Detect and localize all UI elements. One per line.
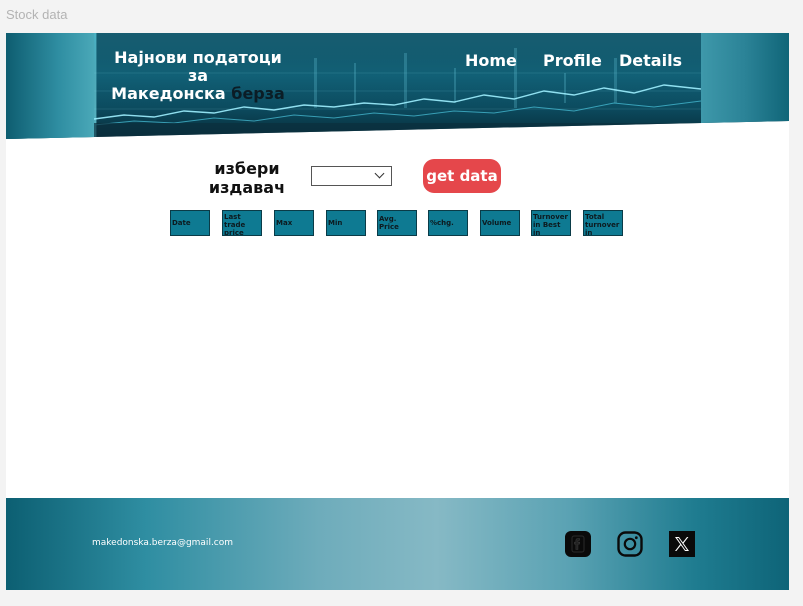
- column-header-pct-change: %chg.: [428, 210, 468, 236]
- contact-email[interactable]: makedonska.berza@gmail.com: [92, 538, 233, 548]
- column-header-total-turnover: Total turnover in denars: [583, 210, 623, 236]
- site-title-line1: Најнови податоци за: [114, 48, 282, 85]
- column-header-turnover-best: Turnover in Best in denars: [531, 210, 571, 236]
- site-title-line2-dark: берза: [231, 84, 285, 103]
- column-header-date: Date: [170, 210, 210, 236]
- page: Најнови податоци за Македонска берза Hom…: [6, 33, 789, 590]
- footer: makedonska.berza@gmail.com: [6, 498, 789, 590]
- nav-details[interactable]: Details: [619, 51, 682, 70]
- issuer-picker-label-line2: издавач: [208, 178, 286, 197]
- issuer-select[interactable]: [311, 166, 392, 186]
- site-title: Најнови податоци за Македонска берза: [103, 49, 293, 103]
- issuer-picker-label-line1: избери: [214, 159, 280, 178]
- frame-label: Stock data: [6, 7, 68, 22]
- column-header-avg-price: Avg. Price: [377, 210, 417, 236]
- header-banner: Најнови податоци за Македонска берза Hom…: [6, 33, 789, 139]
- x-icon[interactable]: [669, 531, 695, 557]
- chevron-down-icon: [374, 168, 385, 179]
- nav-home[interactable]: Home: [465, 51, 517, 70]
- column-header-max: Max: [274, 210, 314, 236]
- column-header-min: Min: [326, 210, 366, 236]
- facebook-icon[interactable]: [565, 531, 591, 557]
- header-fade-left: [6, 33, 94, 139]
- site-title-line2: Македонска берза: [103, 85, 293, 103]
- column-header-last-trade-price: Last trade price: [222, 210, 262, 236]
- issuer-picker-label: избери издавач: [202, 159, 292, 197]
- column-header-volume: Volume: [480, 210, 520, 236]
- site-title-line2-light: Македонска: [111, 84, 232, 103]
- instagram-icon[interactable]: [617, 531, 643, 557]
- header-fade-right: [701, 33, 789, 139]
- nav-profile[interactable]: Profile: [543, 51, 602, 70]
- get-data-button[interactable]: get data: [423, 159, 501, 193]
